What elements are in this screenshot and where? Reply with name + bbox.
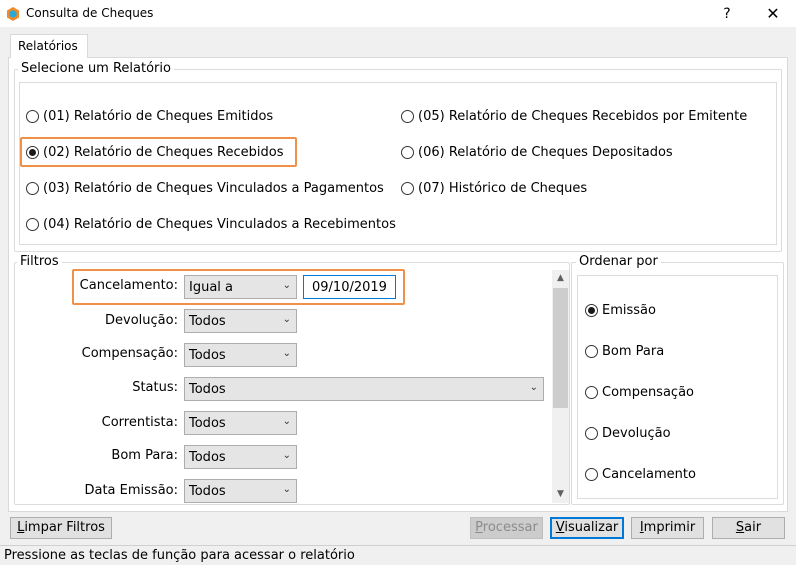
report-option-03[interactable]: (03) Relatório de Cheques Vinculados a P…	[26, 181, 384, 196]
close-button[interactable]: ✕	[756, 0, 790, 28]
chevron-down-icon: ⌄	[282, 314, 291, 325]
report-option-06[interactable]: (06) Relatório de Cheques Depositados	[401, 145, 673, 160]
filter-compensacao-select[interactable]: Todos ⌄	[184, 343, 297, 367]
order-option-cancelamento-label: Cancelamento	[602, 467, 696, 482]
filter-bom-para-value: Todos	[189, 450, 226, 465]
tab-relatorios-label: Relatórios	[18, 39, 78, 53]
report-group-legend: Selecione um Relatório	[18, 61, 174, 76]
chevron-down-icon: ⌄	[282, 484, 291, 495]
radio-order-compensacao[interactable]	[585, 386, 598, 399]
report-option-01-label: (01) Relatório de Cheques Emitidos	[43, 109, 274, 124]
filters-scrollbar[interactable]: ▲ ▼	[552, 270, 569, 503]
filter-correntista-value: Todos	[189, 416, 226, 431]
filter-data-emissao-label: Data Emissão:	[84, 483, 178, 498]
radio-report-06[interactable]	[401, 146, 414, 159]
report-option-05-label: (05) Relatório de Cheques Recebidos por …	[418, 109, 748, 124]
filter-correntista-select[interactable]: Todos ⌄	[184, 411, 297, 435]
filter-status-select[interactable]: Todos ⌄	[184, 377, 544, 401]
filter-bom-para-select[interactable]: Todos ⌄	[184, 445, 297, 469]
filter-devolucao-select[interactable]: Todos ⌄	[184, 309, 297, 333]
visualizar-button[interactable]: Visualizar	[550, 517, 624, 539]
processar-accel: P	[475, 520, 483, 535]
radio-report-03[interactable]	[26, 182, 39, 195]
imprimir-label: mprimir	[643, 520, 696, 535]
title-bar: Consulta de Cheques ? ✕	[0, 0, 796, 28]
order-option-bom-para-label: Bom Para	[602, 344, 665, 359]
window-title: Consulta de Cheques	[26, 6, 154, 20]
filter-status-value: Todos	[189, 382, 226, 397]
order-option-compensacao-label: Compensação	[602, 385, 694, 400]
sair-label: air	[744, 520, 762, 535]
radio-report-07[interactable]	[401, 182, 414, 195]
filter-data-emissao-value: Todos	[189, 484, 226, 499]
report-option-01[interactable]: (01) Relatório de Cheques Emitidos	[26, 109, 273, 124]
radio-report-05[interactable]	[401, 110, 414, 123]
imprimir-button[interactable]: Imprimir	[631, 517, 704, 539]
status-bar: Pressione as teclas de função para acess…	[0, 545, 796, 565]
sair-button[interactable]: Sair	[712, 517, 785, 539]
limpar-label: impar Filtros	[24, 520, 105, 535]
radio-order-emissao[interactable]	[585, 304, 598, 317]
order-legend: Ordenar por	[576, 254, 661, 269]
chevron-down-icon: ⌄	[529, 382, 538, 393]
order-option-emissao-label: Emissão	[602, 303, 656, 318]
filter-status-label: Status:	[132, 380, 178, 395]
filter-compensacao-label: Compensação:	[81, 346, 178, 361]
report-option-04[interactable]: (04) Relatório de Cheques Vinculados a R…	[26, 217, 396, 232]
scroll-up-icon[interactable]: ▲	[552, 270, 569, 287]
report-option-05[interactable]: (05) Relatório de Cheques Recebidos por …	[401, 109, 747, 124]
order-option-emissao[interactable]: Emissão	[585, 303, 656, 318]
scroll-thumb[interactable]	[553, 288, 568, 408]
report-option-04-label: (04) Relatório de Cheques Vinculados a R…	[43, 217, 396, 232]
chevron-down-icon: ⌄	[282, 348, 291, 359]
radio-report-01[interactable]	[26, 110, 39, 123]
visualizar-label: isualizar	[564, 520, 619, 535]
report-option-03-label: (03) Relatório de Cheques Vinculados a P…	[43, 181, 384, 196]
highlight-cancelamento	[72, 269, 405, 305]
scroll-down-icon[interactable]: ▼	[552, 486, 569, 503]
chevron-down-icon: ⌄	[282, 416, 291, 427]
report-option-06-label: (06) Relatório de Cheques Depositados	[418, 145, 673, 160]
report-option-07-label: (07) Histórico de Cheques	[418, 181, 588, 196]
tab-relatorios[interactable]: Relatórios	[10, 34, 88, 58]
app-logo-icon	[7, 7, 19, 21]
order-option-devolucao-label: Devolução	[602, 426, 671, 441]
order-option-bom-para[interactable]: Bom Para	[585, 344, 664, 359]
radio-report-04[interactable]	[26, 218, 39, 231]
radio-order-devolucao[interactable]	[585, 427, 598, 440]
filter-compensacao-value: Todos	[189, 348, 226, 363]
sair-accel: S	[735, 520, 745, 535]
filter-devolucao-label: Devolução:	[105, 313, 178, 328]
processar-label: rocessar	[482, 520, 538, 535]
highlight-report-02	[20, 137, 297, 167]
radio-order-bom-para[interactable]	[585, 345, 598, 358]
radio-order-cancelamento[interactable]	[585, 468, 598, 481]
order-option-devolucao[interactable]: Devolução	[585, 426, 671, 441]
report-option-07[interactable]: (07) Histórico de Cheques	[401, 181, 587, 196]
order-option-compensacao[interactable]: Compensação	[585, 385, 694, 400]
processar-button[interactable]: Processar	[470, 517, 543, 539]
order-option-cancelamento[interactable]: Cancelamento	[585, 467, 696, 482]
help-button[interactable]: ?	[712, 0, 742, 28]
filters-legend: Filtros	[17, 254, 62, 269]
filter-data-emissao-select[interactable]: Todos ⌄	[184, 479, 297, 503]
limpar-filtros-button[interactable]: Limpar Filtros	[10, 517, 112, 539]
filter-devolucao-value: Todos	[189, 314, 226, 329]
chevron-down-icon: ⌄	[282, 450, 291, 461]
status-text: Pressione as teclas de função para acess…	[4, 548, 355, 563]
filter-bom-para-label: Bom Para:	[111, 448, 178, 463]
filter-correntista-label: Correntista:	[101, 415, 178, 430]
